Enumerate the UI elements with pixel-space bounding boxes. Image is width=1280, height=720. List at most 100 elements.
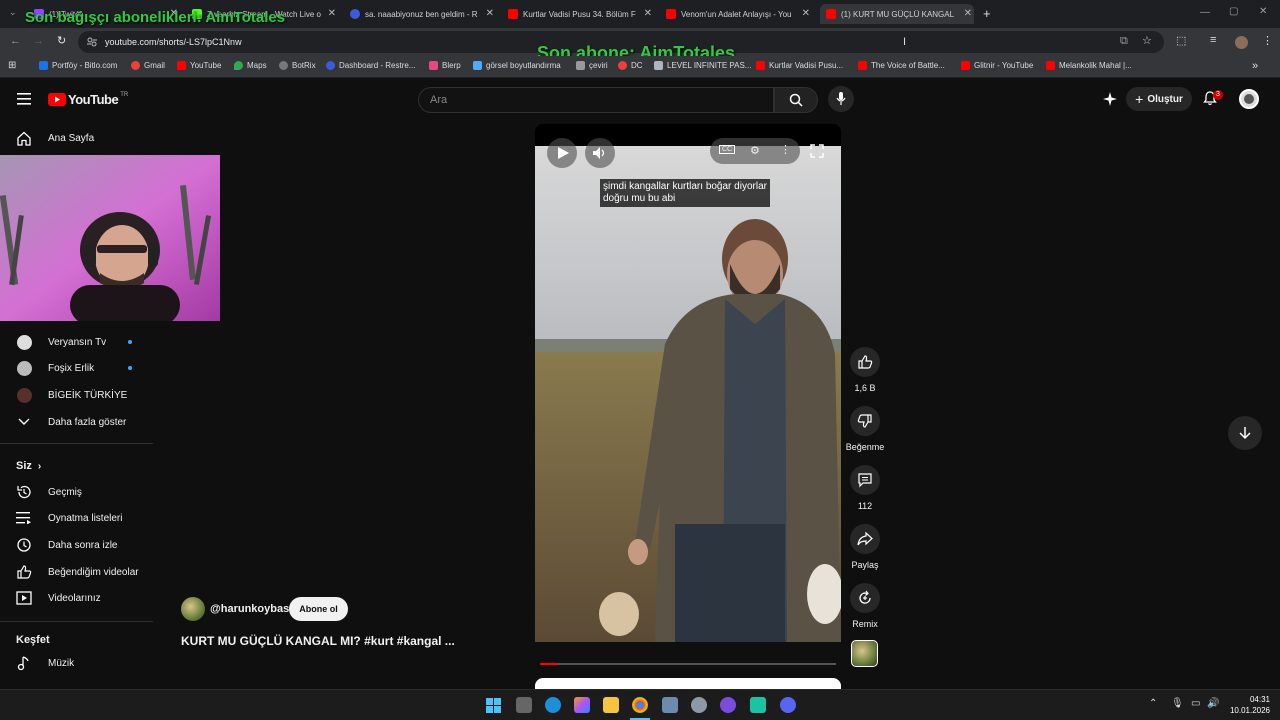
bookmark-bitlo[interactable]: Portföy - Bitlo.com (39, 61, 117, 70)
play-button[interactable] (547, 138, 577, 168)
youtube-logo[interactable]: YouTube TR (48, 92, 128, 107)
discord-icon[interactable] (780, 697, 796, 713)
sidebar-show-more[interactable]: Daha fazla göster (0, 409, 150, 435)
site-info-icon[interactable] (87, 37, 97, 47)
profile-avatar[interactable] (1235, 36, 1248, 49)
bookmark-gmail[interactable]: Gmail (131, 61, 165, 70)
captions-icon[interactable]: CC (719, 145, 736, 154)
sidebar-you-header[interactable]: Siz › (16, 460, 41, 472)
app-icon[interactable] (662, 697, 678, 713)
close-icon[interactable]: ✕ (486, 8, 494, 19)
bookmark-glitnir[interactable]: Glitnir - YouTube (961, 61, 1033, 70)
app-icon[interactable] (720, 697, 736, 713)
apps-grid-icon[interactable]: ⊞ (8, 60, 16, 71)
bookmark-maps[interactable]: Maps (234, 61, 267, 70)
bookmark-level-infinite[interactable]: LEVEL INFINITE PAS... (654, 61, 751, 70)
tab-restream[interactable]: sa. naaabiyonuz ben geldim - R ✕ (346, 4, 496, 24)
edge-icon[interactable] (545, 697, 561, 713)
search-button[interactable] (774, 87, 818, 113)
comments-button[interactable]: 112 (844, 465, 886, 511)
playlists-icon (16, 512, 31, 524)
search-input[interactable]: Ara (418, 87, 774, 113)
settings-icon[interactable] (691, 697, 707, 713)
tab-kurtlar-vadisi[interactable]: Kurtlar Vadisi Pusu 34. Bölüm F ✕ (504, 4, 654, 24)
like-button[interactable]: 1,6 B (844, 347, 886, 393)
close-window-icon[interactable]: ✕ (1259, 6, 1267, 17)
cast-icon[interactable]: ⧉ (1120, 35, 1128, 48)
maximize-icon[interactable]: ▢ (1229, 6, 1238, 17)
volume-button[interactable] (585, 138, 615, 168)
sidebar-item-your-videos[interactable]: Videolarınız (0, 585, 150, 611)
settings-gear-icon[interactable]: ⚙ (750, 144, 760, 157)
tab-venom[interactable]: Venom'un Adalet Anlayışı - You ✕ (662, 4, 812, 24)
sidebar-item-history[interactable]: Geçmiş (0, 479, 150, 505)
close-icon[interactable]: ✕ (802, 8, 810, 19)
volume-tray-icon[interactable]: 🔊 (1207, 698, 1219, 709)
windows-start-icon[interactable] (486, 698, 501, 713)
task-view-icon[interactable] (516, 697, 532, 713)
more-bookmarks-icon[interactable]: » (1252, 60, 1258, 72)
sidebar-item-music[interactable]: Müzik (0, 650, 150, 676)
share-button[interactable]: Paylaş (844, 524, 886, 570)
new-tab-button[interactable]: + (983, 6, 991, 21)
bookmark-dc[interactable]: DC (618, 61, 643, 70)
dislike-button[interactable]: Beğenme (844, 406, 886, 452)
account-avatar[interactable] (1239, 89, 1259, 109)
fullscreen-icon[interactable] (810, 144, 824, 158)
sound-thumbnail[interactable] (851, 640, 878, 667)
gemini-sparkle-icon[interactable] (1103, 92, 1117, 106)
back-icon[interactable]: ← (10, 35, 21, 47)
bookmark-restream[interactable]: Dashboard - Restre... (326, 61, 415, 70)
video-title[interactable]: KURT MU GÜÇLÜ KANGAL MI? #kurt #kangal .… (181, 634, 455, 648)
bookmark-star-icon[interactable]: ☆ (1142, 34, 1152, 47)
tab-kurt-mu-guclu[interactable]: (1) KURT MU GÜÇLÜ KANGAL ✕ (820, 4, 974, 24)
video-progress-bar[interactable] (540, 663, 836, 665)
bookmark-translate[interactable]: çeviri (576, 61, 608, 70)
close-icon[interactable]: ✕ (964, 8, 972, 19)
app-icon[interactable] (750, 697, 766, 713)
create-button[interactable]: + Oluştur (1126, 87, 1192, 111)
channel-handle[interactable]: @harunkoybasi (210, 603, 292, 615)
voice-search-button[interactable] (828, 86, 854, 112)
sidebar-subscription-veryansin[interactable]: Veryansın Tv (0, 329, 150, 355)
bookmark-blerp[interactable]: Blerp (429, 61, 461, 70)
tray-expand-icon[interactable]: ⌃ (1149, 698, 1157, 709)
bookmark-youtube[interactable]: YouTube (177, 61, 221, 70)
close-icon[interactable]: ✕ (644, 8, 652, 19)
sidebar-item-playlists[interactable]: Oynatma listeleri (0, 505, 150, 531)
display-tray-icon[interactable]: ▭ (1191, 698, 1200, 709)
bookmark-resize[interactable]: görsel boyutlandırma (473, 61, 561, 70)
reload-icon[interactable]: ↻ (57, 34, 66, 47)
more-options-icon[interactable]: ⋮ (780, 143, 791, 156)
bookmark-botrix[interactable]: BotRix (279, 61, 316, 70)
copilot-icon[interactable] (574, 697, 590, 713)
channel-avatar[interactable] (181, 597, 205, 621)
close-icon[interactable]: ✕ (328, 8, 336, 19)
extensions-icon[interactable]: ⬚ (1176, 34, 1186, 47)
forward-icon[interactable]: → (33, 35, 44, 47)
clock-icon (17, 538, 31, 552)
sidebar-subscription-bigeik[interactable]: BİGEİK TÜRKİYE (0, 382, 150, 408)
hamburger-menu-icon[interactable] (17, 93, 31, 105)
system-clock[interactable]: 04:31 10.01.2026 (1226, 694, 1270, 716)
sidebar-subscription-fosix[interactable]: Foşix Erlik (0, 355, 150, 381)
bookmark-voice-of-battle[interactable]: The Voice of Battle... (858, 61, 945, 70)
menu-dots-icon[interactable]: ⋮ (1262, 34, 1273, 47)
tab-search-icon[interactable]: ⌄ (9, 7, 17, 18)
sidebar-item-home[interactable]: Ana Sayfa (0, 125, 150, 151)
chrome-icon[interactable] (632, 697, 648, 713)
sidebar-item-watch-later[interactable]: Daha sonra izle (0, 532, 150, 558)
sidebar-item-liked-videos[interactable]: Beğendiğim videolar (0, 559, 150, 585)
bookmark-melankolik[interactable]: Melankolik Mahal |... (1046, 61, 1132, 70)
subscribe-button[interactable]: Abone ol (289, 597, 348, 621)
google-icon (131, 61, 140, 70)
bookmark-kurtlar[interactable]: Kurtlar Vadisi Pusu... (756, 61, 843, 70)
next-short-button[interactable] (1228, 416, 1262, 450)
microphone-tray-icon[interactable]: 🎙 (1171, 698, 1184, 709)
minimize-icon[interactable]: — (1200, 7, 1210, 18)
media-control-icon[interactable]: ≡ (1210, 34, 1216, 46)
search-placeholder: Ara (430, 94, 448, 106)
like-count: 1,6 B (854, 383, 876, 393)
file-explorer-icon[interactable] (603, 697, 619, 713)
remix-button[interactable]: Remix (844, 583, 886, 629)
